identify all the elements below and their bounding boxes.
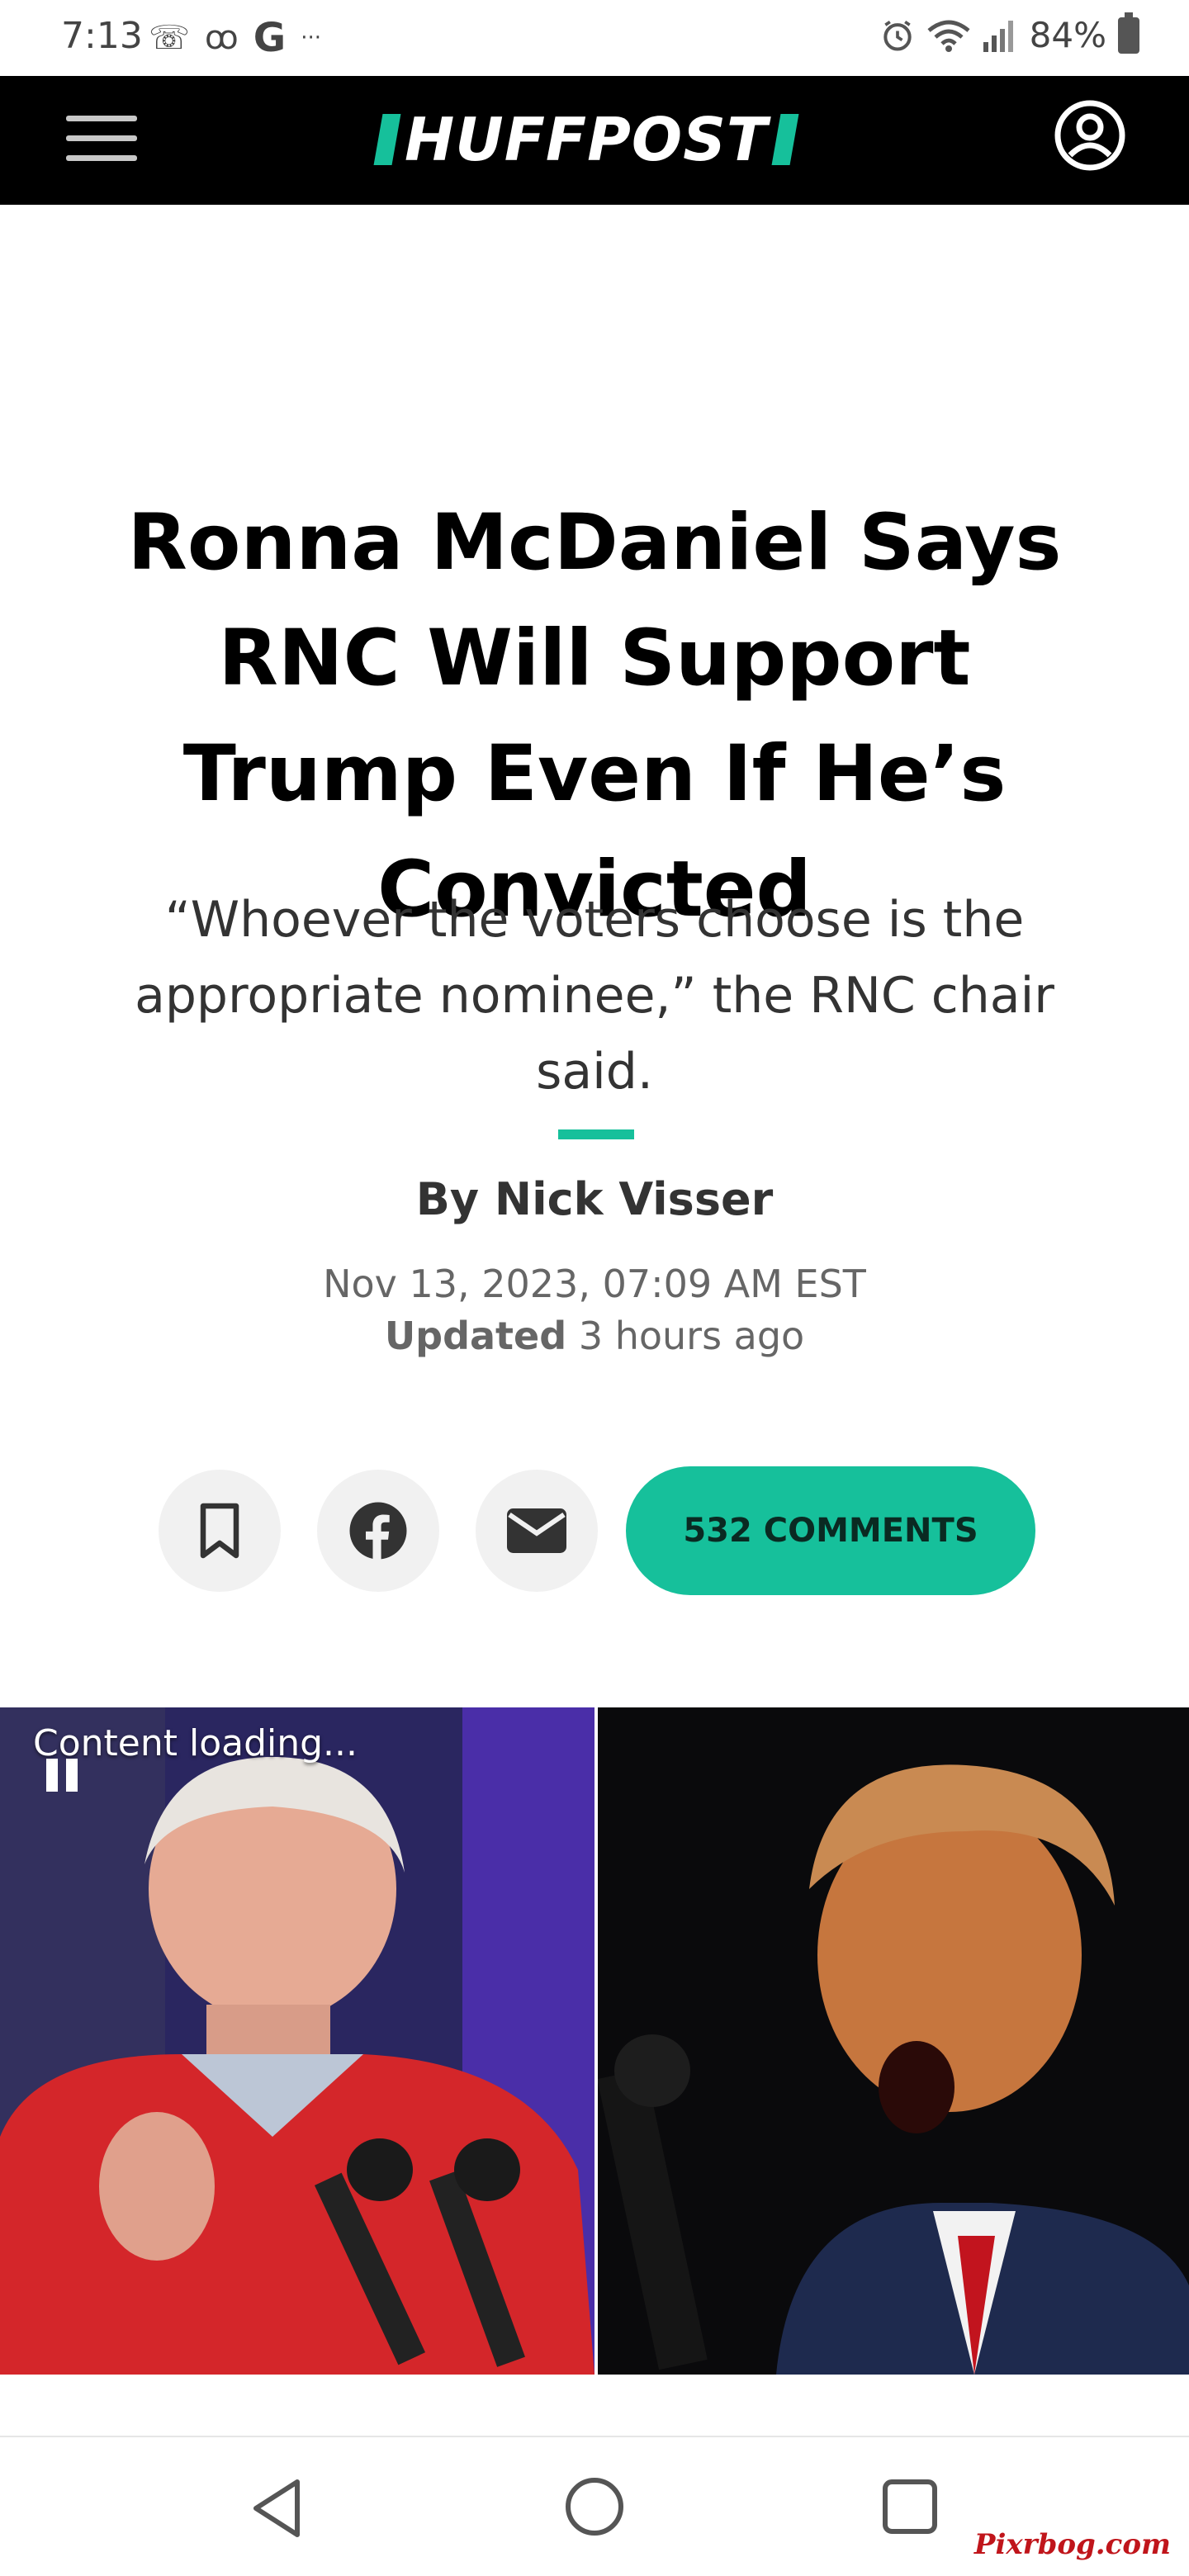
article-lead-image[interactable]: Content loading... (0, 1707, 1189, 2375)
status-bar: 7:13 ☏ ꝏ G ··· 84% (0, 0, 1189, 76)
email-share-button[interactable] (476, 1470, 598, 1592)
facebook-share-button[interactable] (317, 1470, 439, 1592)
author-byline[interactable]: By Nick Visser (0, 1172, 1189, 1227)
status-right-icons: 84% (879, 12, 1139, 55)
hamburger-menu-icon[interactable] (66, 116, 137, 165)
updated-label: Updated (384, 1314, 567, 1358)
facebook-icon (349, 1502, 407, 1560)
battery-percent: 84% (1029, 15, 1106, 55)
bookmark-button[interactable] (159, 1470, 281, 1592)
back-icon[interactable] (248, 2477, 307, 2540)
recent-apps-icon[interactable] (882, 2479, 938, 2535)
article-subhead: “Whoever the voters choose is the approp… (135, 891, 1054, 1101)
lead-photo (0, 1707, 1189, 2375)
huffpost-logo[interactable]: HUFFPOST (373, 109, 799, 170)
home-icon[interactable] (565, 2477, 624, 2536)
missed-call-icon: ☏ (149, 19, 191, 57)
content-loading-label: Content loading... (33, 1722, 358, 1764)
signal-icon (983, 20, 1013, 52)
status-time: 7:13 (61, 15, 143, 57)
alarm-icon (883, 20, 912, 51)
comments-button[interactable]: 532 COMMENTS (626, 1466, 1035, 1595)
app-header: HUFFPOST (0, 76, 1189, 205)
battery-icon (1118, 12, 1139, 54)
google-icon: G (253, 15, 287, 61)
bookmark-icon (200, 1503, 239, 1559)
more-icon: ··· (301, 26, 321, 50)
wifi-icon (927, 20, 970, 52)
watermark: Pixrbog.com (973, 2528, 1171, 2561)
voicemail-icon: ꝏ (205, 19, 239, 57)
article-headline: Ronna McDaniel Says RNC Will Support Tru… (127, 498, 1062, 935)
published-date: Nov 13, 2023, 07:09 AM EST (323, 1262, 866, 1306)
updated-value: 3 hours ago (578, 1314, 805, 1358)
email-icon (507, 1508, 566, 1553)
headline-divider (558, 1129, 634, 1139)
updated-time: Updated 3 hours ago (0, 1313, 1189, 1359)
account-icon[interactable] (1054, 99, 1126, 172)
status-left-icons: ☏ ꝏ G ··· (149, 15, 321, 61)
